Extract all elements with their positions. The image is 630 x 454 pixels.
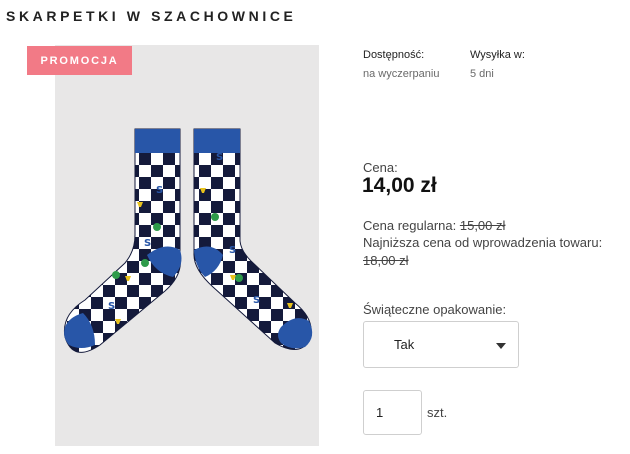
wrapping-select[interactable]: Tak bbox=[363, 321, 519, 368]
quantity-input[interactable]: 1 bbox=[363, 390, 422, 435]
price-label: Cena: bbox=[363, 160, 398, 175]
regular-price-row: Cena regularna: 15,00 zł bbox=[363, 218, 505, 233]
regular-price-value: 15,00 zł bbox=[459, 218, 506, 233]
wrapping-option-label: Świąteczne opakowanie: bbox=[363, 302, 507, 317]
quantity-value: 1 bbox=[376, 405, 384, 420]
quantity-unit: szt. bbox=[427, 405, 448, 420]
left-sock: S S S bbox=[63, 128, 182, 353]
right-sock: S S S bbox=[193, 128, 313, 350]
product-title: SKARPETKI W SZACHOWNICE bbox=[6, 8, 297, 24]
shipping-value: 5 dni bbox=[470, 68, 494, 80]
svg-text:S: S bbox=[108, 301, 115, 312]
svg-text:S: S bbox=[229, 245, 236, 256]
svg-text:S: S bbox=[156, 185, 163, 196]
current-price: 14,00 zł bbox=[362, 174, 437, 197]
availability-label: Dostępność: bbox=[363, 49, 425, 61]
svg-text:S: S bbox=[253, 295, 260, 306]
svg-text:S: S bbox=[216, 152, 223, 163]
shipping-label: Wysyłka w: bbox=[470, 49, 525, 61]
product-image[interactable]: S S S S S S bbox=[55, 45, 319, 446]
sock-illustration: S S S S S S bbox=[63, 128, 313, 353]
promo-badge: PROMOCJA bbox=[27, 46, 132, 75]
svg-text:S: S bbox=[144, 238, 151, 249]
lowest-price-value: 18,00 zł bbox=[363, 253, 409, 268]
regular-price-label: Cena regularna: bbox=[363, 218, 457, 233]
lowest-price-label: Najniższa cena od wprowadzenia towaru: bbox=[363, 235, 603, 250]
availability-value: na wyczerpaniu bbox=[363, 68, 440, 80]
wrapping-select-value: Tak bbox=[394, 337, 415, 352]
chevron-down-icon bbox=[496, 343, 506, 349]
